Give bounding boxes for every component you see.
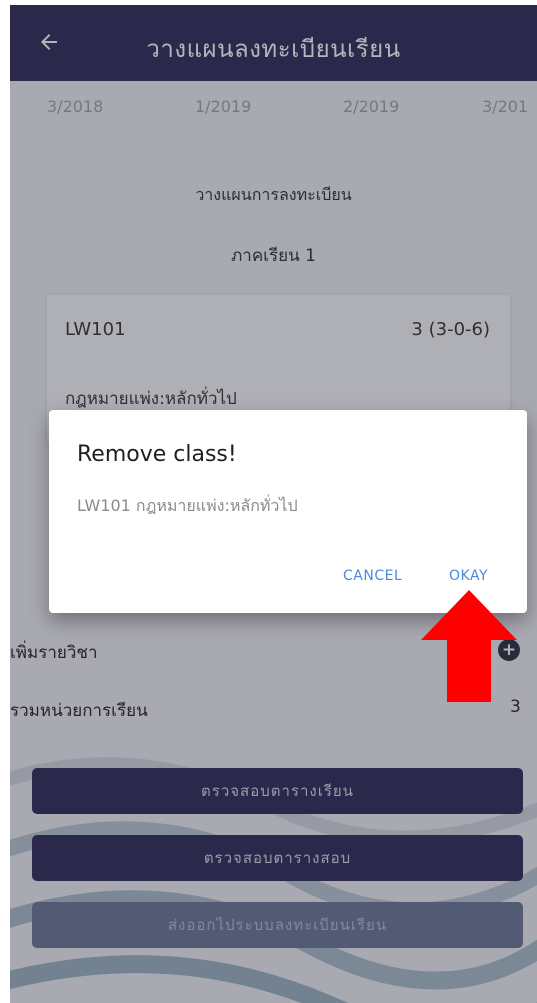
screenshot-frame: วางแผนลงทะเบียนเรียน 3/2018 1/2019 2/201…: [0, 0, 537, 1003]
remove-class-dialog: Remove class! LW101 กฎหมายแพ่ง:หลักทั่วไ…: [49, 410, 527, 613]
app-screen: วางแผนลงทะเบียนเรียน 3/2018 1/2019 2/201…: [10, 5, 537, 1003]
dialog-message: LW101 กฎหมายแพ่ง:หลักทั่วไป: [77, 496, 298, 515]
cancel-button[interactable]: CANCEL: [343, 568, 402, 584]
red-up-arrow-icon: [421, 590, 517, 702]
dialog-title: Remove class!: [77, 442, 237, 467]
okay-button[interactable]: OKAY: [449, 568, 488, 584]
